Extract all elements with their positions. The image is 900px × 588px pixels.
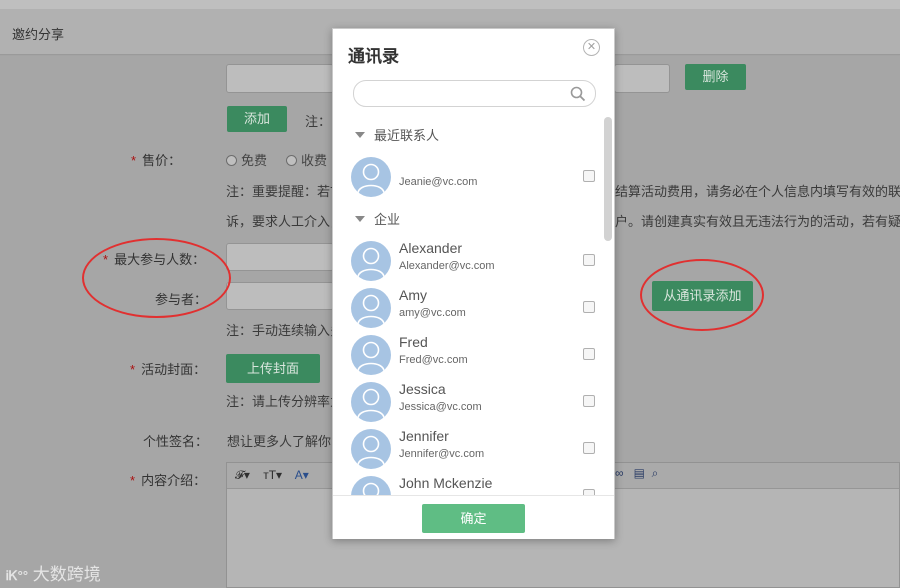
radio-free[interactable] [226,155,237,166]
contact-name: Jessica [399,381,446,397]
collapse-triangle-icon[interactable] [355,132,365,138]
paste-icon[interactable]: ▤ [634,466,645,480]
contact-checkbox[interactable] [583,348,595,360]
contact-email: Jessica@vc.com [399,401,482,413]
preview-icon[interactable]: ⌕ [652,466,659,480]
contact-item[interactable]: Jessica Jessica@vc.com [333,379,603,425]
contact-email: Alexander@vc.com [399,260,495,272]
contact-name: Amy [399,287,427,303]
font-size-button[interactable]: тT▾ [263,468,282,482]
close-icon[interactable]: ✕ [583,39,600,56]
scrollbar-thumb[interactable] [604,117,612,241]
add-button[interactable]: 添加 [227,106,287,132]
invitee-input-tail[interactable] [614,64,670,93]
price-note-line-1-tail: 结算活动费用，请务必在个人信息内填写有效的联系方 [615,184,900,199]
contact-name: Jennifer [399,428,449,444]
price-note-line-2: 诉，要求人工介入， [226,214,344,229]
delete-button[interactable]: 删除 [685,64,746,90]
collapse-triangle-icon[interactable] [355,216,365,222]
price-paid-text: 收费 [301,153,328,168]
signature-label: 个性签名： [143,434,209,449]
invitee-input[interactable] [226,64,334,93]
cover-label-text: 活动封面： [141,362,207,377]
contact-email: amy@vc.com [399,307,466,319]
upload-cover-button[interactable]: 上传封面 [226,354,320,383]
avatar-icon [351,476,391,497]
avatar-icon [351,157,391,197]
avatar-icon [351,382,391,422]
participants-input[interactable] [226,282,334,310]
contact-item[interactable]: Alexander Alexander@vc.com [333,238,603,284]
contact-search-input[interactable] [353,80,596,107]
signature-value[interactable]: 想让更多人了解你 [227,431,331,450]
editor-toolbar-right: ∞ ▤ ⌕ [615,466,658,481]
contacts-modal: 通讯录 ✕ 最近联系人 Jeanie@vc.com 企业 Alexander A… [332,28,615,539]
avatar-icon [351,429,391,469]
intro-label-text: 内容介绍： [141,473,207,488]
max-participants-input[interactable] [226,243,334,271]
price-paid-option[interactable]: 收费 [286,150,327,169]
add-note: 注： [305,114,332,129]
avatar-icon [351,335,391,375]
intro-label: * 内容介绍： [130,473,207,488]
contact-email: Jeanie@vc.com [399,176,478,188]
link-icon[interactable]: ∞ [615,466,624,480]
price-label: * 售价： [131,153,182,168]
highlight-circle-contacts-button [640,259,764,331]
search-icon[interactable] [569,85,587,103]
contact-checkbox[interactable] [583,170,595,182]
watermark: ᎥᏦ°° 大数跨境 [6,560,101,585]
contact-item[interactable]: Amy amy@vc.com [333,285,603,331]
group-company[interactable]: 企业 [355,209,400,228]
group-company-label: 企业 [374,212,401,227]
group-recent-contacts[interactable]: 最近联系人 [355,125,439,144]
price-note-line-1: 注：重要提醒：若7 [226,184,338,199]
price-free-option[interactable]: 免费 [226,150,267,169]
contact-email: Jennifer@vc.com [399,448,485,460]
contact-name: Alexander [399,240,463,256]
price-note-line-2-tail: 户。请创建真实有效且无违法行为的活动，若有疑问联 [615,214,900,229]
font-color-button[interactable]: A▾ [295,468,309,482]
contact-item[interactable]: Jennifer Jennifer@vc.com [333,426,603,472]
cover-note: 注：请上传分辨率为 [226,394,344,409]
contact-checkbox[interactable] [583,301,595,313]
contact-item[interactable]: John Mckenzie [333,473,603,497]
price-free-text: 免费 [241,153,268,168]
contact-checkbox[interactable] [583,442,595,454]
group-recent-label: 最近联系人 [374,128,440,143]
confirm-button[interactable]: 确定 [422,504,525,533]
watermark-text: 大数跨境 [32,565,101,584]
highlight-circle-participants [82,238,231,318]
contact-checkbox[interactable] [583,395,595,407]
avatar-icon [351,288,391,328]
contact-email: Fred@vc.com [399,354,468,366]
contact-name: Fred [399,334,428,350]
contact-list[interactable]: 最近联系人 Jeanie@vc.com 企业 Alexander Alexand… [333,115,616,497]
font-family-button[interactable]: 𝓕▾ [235,468,250,482]
cover-label: * 活动封面： [130,362,207,377]
watermark-logo-icon: ᎥᏦ°° [6,568,29,583]
contact-item[interactable]: Jeanie@vc.com [333,154,603,200]
participants-note: 注：手动连续输入多 [226,323,344,338]
radio-paid[interactable] [286,155,297,166]
avatar-icon [351,241,391,281]
price-label-text: 售价： [142,153,182,168]
modal-footer: 确定 [333,495,614,539]
page-title: 邀约分享 [12,27,65,42]
top-bar [0,0,900,9]
contact-item[interactable]: Fred Fred@vc.com [333,332,603,378]
contact-name: John Mckenzie [399,475,493,491]
modal-title: 通讯录 [348,47,399,66]
contact-checkbox[interactable] [583,254,595,266]
